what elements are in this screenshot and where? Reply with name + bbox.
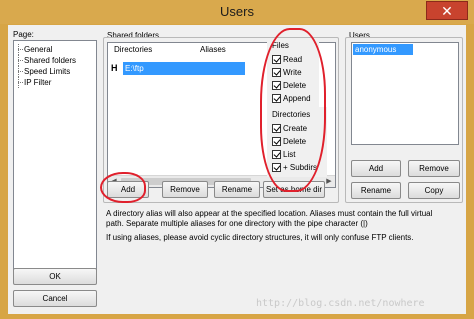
checkbox-dir-create[interactable]: Create xyxy=(272,122,307,134)
tree-item-shared-folders[interactable]: Shared folders xyxy=(16,55,94,66)
remove-user-label: Remove xyxy=(419,164,449,173)
rename-folder-button[interactable]: Rename xyxy=(214,181,260,198)
checkbox-icon[interactable] xyxy=(272,162,281,172)
tree-item-general[interactable]: General xyxy=(16,44,94,55)
checkbox-dir-subdirs[interactable]: + Subdirs xyxy=(272,161,317,173)
checkbox-file-delete[interactable]: Delete xyxy=(272,79,306,91)
copy-user-label: Copy xyxy=(424,186,444,195)
checkbox-label: Create xyxy=(283,123,308,133)
cancel-button[interactable]: Cancel xyxy=(13,290,97,307)
checkbox-icon[interactable] xyxy=(272,149,281,159)
watermark: http://blog.csdn.net/nowhere xyxy=(256,298,425,309)
ok-label: OK xyxy=(49,272,61,281)
title-bar[interactable]: Users ✕ xyxy=(0,0,474,24)
checkbox-icon[interactable] xyxy=(272,54,281,64)
checkbox-label: Delete xyxy=(283,80,307,90)
checkbox-label: Read xyxy=(283,54,303,64)
checkbox-icon[interactable] xyxy=(272,93,281,103)
copy-user-button[interactable]: Copy xyxy=(408,182,460,199)
add-user-label: Add xyxy=(368,164,384,173)
users-dialog: Users ✕ Page: General Shared folders Spe… xyxy=(0,0,474,319)
set-home-dir-label: Set as home dir xyxy=(265,185,323,194)
rename-folder-label: Rename xyxy=(221,185,253,194)
add-folder-button[interactable]: Add xyxy=(107,181,149,198)
close-icon: ✕ xyxy=(441,3,453,19)
directories-header: Directories Aliases xyxy=(108,43,258,57)
column-directories[interactable]: Directories xyxy=(114,43,152,57)
remove-folder-label: Remove xyxy=(170,185,200,194)
add-folder-label: Add xyxy=(120,185,136,194)
checkbox-icon[interactable] xyxy=(272,80,281,90)
checkbox-label: Delete xyxy=(283,136,307,146)
dialog-client-area: Page: General Shared folders Speed Limit… xyxy=(8,25,466,314)
checkbox-icon[interactable] xyxy=(272,123,281,133)
checkbox-dir-delete[interactable]: Delete xyxy=(272,135,306,147)
directories-label: Directories xyxy=(272,110,311,119)
cancel-label: Cancel xyxy=(42,294,68,303)
add-user-button[interactable]: Add xyxy=(351,160,401,177)
checkbox-label: + Subdirs xyxy=(283,162,318,172)
alias-info-line-2: path. Separate multiple aliases for one … xyxy=(106,219,368,228)
home-dir-marker: H xyxy=(111,63,118,73)
alias-info-line-1: A directory alias will also appear at th… xyxy=(106,209,433,218)
column-aliases[interactable]: Aliases xyxy=(200,43,226,57)
set-home-dir-button[interactable]: Set as home dir xyxy=(263,181,325,198)
tree-item-speed-limits[interactable]: Speed Limits xyxy=(16,66,94,77)
checkbox-icon[interactable] xyxy=(272,136,281,146)
page-tree[interactable]: General Shared folders Speed Limits IP F… xyxy=(13,40,97,276)
window-title: Users xyxy=(220,4,254,19)
close-button[interactable]: ✕ xyxy=(426,1,468,20)
alias-info-line-3: If using aliases, please avoid cyclic di… xyxy=(106,233,414,242)
checkbox-file-append[interactable]: Append xyxy=(272,92,311,104)
directories-permissions: Directories Create Delete List + Subdirs xyxy=(267,107,327,177)
rename-user-label: Rename xyxy=(360,186,392,195)
users-list[interactable]: anonymous xyxy=(351,42,459,145)
checkbox-label: Append xyxy=(283,93,311,103)
remove-folder-button[interactable]: Remove xyxy=(162,181,208,198)
checkbox-dir-list[interactable]: List xyxy=(272,148,295,160)
checkbox-file-write[interactable]: Write xyxy=(272,66,302,78)
user-item-anonymous[interactable]: anonymous xyxy=(353,44,413,55)
tree-item-ip-filter[interactable]: IP Filter xyxy=(16,77,94,88)
remove-user-button[interactable]: Remove xyxy=(408,160,460,177)
checkbox-icon[interactable] xyxy=(272,67,281,77)
directory-path[interactable]: E:\ftp xyxy=(123,62,245,75)
checkbox-file-read[interactable]: Read xyxy=(272,53,302,65)
rename-user-button[interactable]: Rename xyxy=(351,182,401,199)
page-label: Page: xyxy=(13,30,34,39)
ok-button[interactable]: OK xyxy=(13,268,97,285)
checkbox-label: Write xyxy=(283,67,302,77)
files-label: Files xyxy=(272,41,289,50)
files-permissions: Files Read Write Delete Append xyxy=(267,39,319,107)
checkbox-label: List xyxy=(283,149,296,159)
